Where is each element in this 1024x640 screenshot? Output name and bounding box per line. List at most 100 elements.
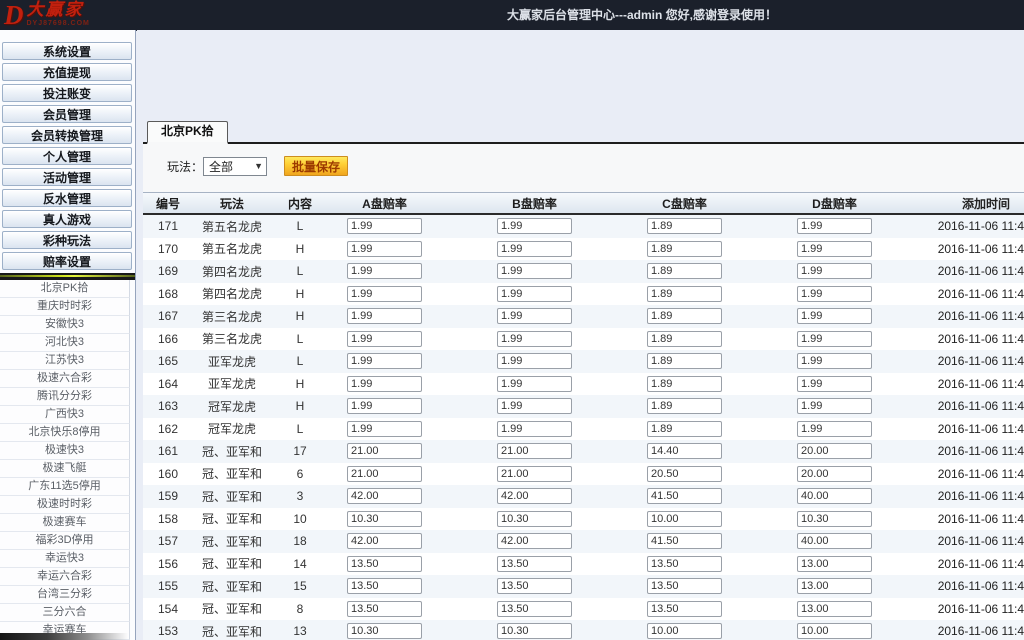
odds-input-b[interactable] [497, 376, 572, 392]
odds-input-d[interactable] [797, 218, 872, 234]
odds-input-a[interactable] [347, 331, 422, 347]
odds-input-c[interactable] [647, 286, 722, 302]
sidebar-main-item[interactable]: 投注账变 [2, 84, 132, 102]
odds-input-a[interactable] [347, 556, 422, 572]
odds-input-d[interactable] [797, 376, 872, 392]
odds-input-c[interactable] [647, 308, 722, 324]
odds-input-b[interactable] [497, 488, 572, 504]
odds-input-d[interactable] [797, 601, 872, 617]
sidebar-main-item[interactable]: 会员转换管理 [2, 126, 132, 144]
odds-input-d[interactable] [797, 421, 872, 437]
odds-input-d[interactable] [797, 263, 872, 279]
sidebar-sub-item[interactable]: 河北快3 [0, 334, 130, 352]
odds-input-a[interactable] [347, 398, 422, 414]
odds-input-c[interactable] [647, 331, 722, 347]
odds-input-d[interactable] [797, 308, 872, 324]
odds-input-a[interactable] [347, 533, 422, 549]
sidebar-main-item[interactable]: 会员管理 [2, 105, 132, 123]
sidebar-sub-item[interactable]: 重庆时时彩 [0, 298, 130, 316]
sidebar-sub-item[interactable]: 极速赛车 [0, 514, 130, 532]
odds-input-c[interactable] [647, 421, 722, 437]
odds-input-c[interactable] [647, 511, 722, 527]
sidebar-sub-item[interactable]: 幸运快3 [0, 550, 130, 568]
odds-input-a[interactable] [347, 488, 422, 504]
odds-input-d[interactable] [797, 398, 872, 414]
sidebar-sub-item[interactable]: 安徽快3 [0, 316, 130, 334]
odds-input-d[interactable] [797, 488, 872, 504]
sidebar-sub-item[interactable]: 广西快3 [0, 406, 130, 424]
odds-input-a[interactable] [347, 241, 422, 257]
odds-input-c[interactable] [647, 623, 722, 639]
odds-input-c[interactable] [647, 601, 722, 617]
odds-input-a[interactable] [347, 443, 422, 459]
sidebar-main-item[interactable]: 真人游戏 [2, 210, 132, 228]
sidebar-sub-item[interactable]: 极速时时彩 [0, 496, 130, 514]
odds-input-b[interactable] [497, 443, 572, 459]
odds-input-c[interactable] [647, 466, 722, 482]
sidebar-sub-item[interactable]: 台湾三分彩 [0, 586, 130, 604]
odds-input-a[interactable] [347, 421, 422, 437]
sidebar-sub-item[interactable]: 腾讯分分彩 [0, 388, 130, 406]
odds-input-b[interactable] [497, 533, 572, 549]
odds-input-d[interactable] [797, 511, 872, 527]
odds-input-a[interactable] [347, 601, 422, 617]
odds-input-a[interactable] [347, 308, 422, 324]
odds-input-a[interactable] [347, 578, 422, 594]
sidebar-main-item[interactable]: 充值提现 [2, 63, 132, 81]
sidebar-sub-item[interactable]: 江苏快3 [0, 352, 130, 370]
odds-input-d[interactable] [797, 533, 872, 549]
odds-input-b[interactable] [497, 218, 572, 234]
odds-input-a[interactable] [347, 466, 422, 482]
odds-input-b[interactable] [497, 511, 572, 527]
odds-input-d[interactable] [797, 286, 872, 302]
odds-input-c[interactable] [647, 263, 722, 279]
odds-input-a[interactable] [347, 286, 422, 302]
odds-input-c[interactable] [647, 376, 722, 392]
odds-input-c[interactable] [647, 241, 722, 257]
sidebar-main-item[interactable]: 活动管理 [2, 168, 132, 186]
sidebar-sub-item[interactable]: 北京快乐8停用 [0, 424, 130, 442]
sidebar-sub-item[interactable]: 广东11选5停用 [0, 478, 130, 496]
sidebar-sub-item[interactable]: 幸运六合彩 [0, 568, 130, 586]
odds-input-c[interactable] [647, 218, 722, 234]
odds-input-a[interactable] [347, 263, 422, 279]
sidebar-sub-item[interactable]: 北京PK拾 [0, 280, 130, 298]
sidebar-sub-item[interactable]: 极速六合彩 [0, 370, 130, 388]
odds-input-c[interactable] [647, 556, 722, 572]
odds-input-d[interactable] [797, 623, 872, 639]
odds-input-b[interactable] [497, 241, 572, 257]
odds-input-d[interactable] [797, 331, 872, 347]
odds-input-c[interactable] [647, 578, 722, 594]
odds-input-b[interactable] [497, 623, 572, 639]
odds-input-a[interactable] [347, 376, 422, 392]
sidebar-main-item[interactable]: 系统设置 [2, 42, 132, 60]
batch-save-button[interactable]: 批量保存 [284, 156, 348, 176]
odds-input-d[interactable] [797, 466, 872, 482]
odds-input-a[interactable] [347, 623, 422, 639]
odds-input-d[interactable] [797, 443, 872, 459]
sidebar-main-item[interactable]: 反水管理 [2, 189, 132, 207]
odds-input-c[interactable] [647, 398, 722, 414]
odds-input-c[interactable] [647, 353, 722, 369]
odds-input-b[interactable] [497, 308, 572, 324]
odds-input-d[interactable] [797, 353, 872, 369]
odds-input-c[interactable] [647, 443, 722, 459]
odds-input-b[interactable] [497, 353, 572, 369]
odds-input-d[interactable] [797, 578, 872, 594]
odds-input-b[interactable] [497, 601, 572, 617]
odds-input-d[interactable] [797, 556, 872, 572]
odds-input-b[interactable] [497, 556, 572, 572]
odds-input-c[interactable] [647, 533, 722, 549]
odds-input-a[interactable] [347, 511, 422, 527]
sidebar-sub-item[interactable]: 极速快3 [0, 442, 130, 460]
play-type-select[interactable]: 全部 ▼ [203, 157, 267, 176]
odds-input-b[interactable] [497, 421, 572, 437]
tab-beijing-pk10[interactable]: 北京PK拾 [147, 121, 228, 144]
odds-input-c[interactable] [647, 488, 722, 504]
odds-input-b[interactable] [497, 578, 572, 594]
sidebar-sub-item[interactable]: 福彩3D停用 [0, 532, 130, 550]
odds-input-a[interactable] [347, 353, 422, 369]
odds-input-a[interactable] [347, 218, 422, 234]
odds-input-b[interactable] [497, 263, 572, 279]
odds-input-b[interactable] [497, 398, 572, 414]
